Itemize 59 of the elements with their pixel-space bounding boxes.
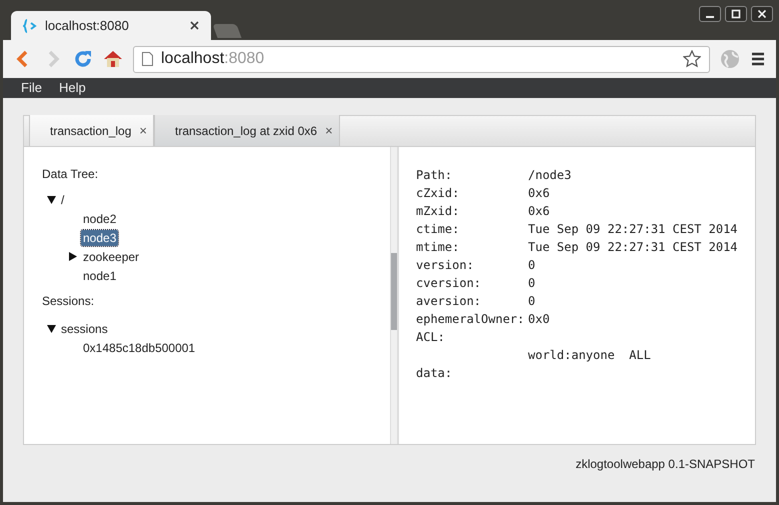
scrollbar[interactable] [390, 147, 398, 444]
tree-item[interactable]: sessions [59, 320, 110, 336]
app-logo-icon [23, 18, 37, 32]
page-icon [142, 52, 153, 66]
tree-item[interactable]: 0x1485c18db500001 [81, 340, 198, 356]
close-icon [757, 9, 767, 19]
section-heading: Sessions: [42, 293, 96, 309]
maximize-button[interactable] [725, 6, 747, 22]
property-label: data: [416, 366, 452, 380]
property-label: mZxid: [416, 204, 460, 218]
property-value: Tue Sep 09 22:27:31 CEST 2014 [528, 221, 738, 238]
property-label: ctime: [416, 222, 460, 236]
property-value: 0x6 [528, 185, 550, 202]
tree-item[interactable]: node1 [81, 268, 118, 284]
version-label: zklogtoolwebapp 0.1-SNAPSHOT [576, 456, 755, 473]
property-label: mtime: [416, 240, 460, 254]
property-label: cZxid: [416, 186, 460, 200]
reload-icon[interactable] [73, 49, 93, 69]
close-icon[interactable] [190, 21, 199, 30]
tree-item[interactable]: zookeeper [81, 248, 142, 264]
property-value: world:anyone ALL [528, 347, 651, 364]
tree-item[interactable]: node3 [81, 230, 118, 246]
menu-item[interactable]: File [21, 78, 42, 98]
scrollbar-thumb[interactable] [391, 253, 397, 330]
tab-close-button[interactable]: × [325, 120, 333, 140]
property-value: /node3 [528, 167, 572, 184]
property-label: version: [416, 258, 474, 272]
property-label: cversion: [416, 276, 482, 290]
minimize-icon [706, 16, 714, 18]
property-value: 0x0 [528, 311, 550, 328]
minimize-button[interactable] [699, 6, 721, 22]
menu-icon[interactable] [750, 52, 766, 66]
property-label: ACL: [416, 330, 445, 344]
tab-close-button[interactable]: × [139, 120, 147, 140]
home-icon[interactable] [103, 49, 123, 69]
tab[interactable]: transaction_log × [29, 115, 154, 146]
property-label: Path: [416, 168, 452, 182]
tab[interactable]: transaction_log at zxid 0x6 × [154, 115, 340, 146]
property-value: 0 [528, 257, 536, 274]
tree-item[interactable]: node2 [81, 210, 118, 226]
url-port: :8080 [224, 50, 264, 67]
tab-title: localhost:8080 [45, 16, 130, 35]
menu-item[interactable]: Help [58, 78, 86, 98]
tree-item[interactable]: / [59, 192, 66, 208]
browser-tab[interactable]: localhost:8080 [11, 11, 211, 40]
property-label: ephemeralOwner: [416, 312, 524, 326]
expanded-triangle-icon[interactable] [47, 196, 59, 204]
property-value: 0 [528, 275, 536, 292]
address-bar[interactable]: localhost:8080 [133, 46, 710, 72]
property-value: 0 [528, 293, 536, 310]
property-label: aversion: [416, 294, 482, 308]
maximize-icon [731, 9, 741, 19]
property-value: Tue Sep 09 22:27:31 CEST 2014 [528, 239, 738, 256]
section-heading: Data Tree: [42, 166, 100, 182]
property-value: 0x6 [528, 203, 550, 220]
close-button[interactable] [751, 6, 773, 22]
star-icon[interactable] [683, 50, 701, 68]
url-host: localhost [161, 50, 224, 67]
expanded-triangle-icon[interactable] [47, 324, 59, 332]
